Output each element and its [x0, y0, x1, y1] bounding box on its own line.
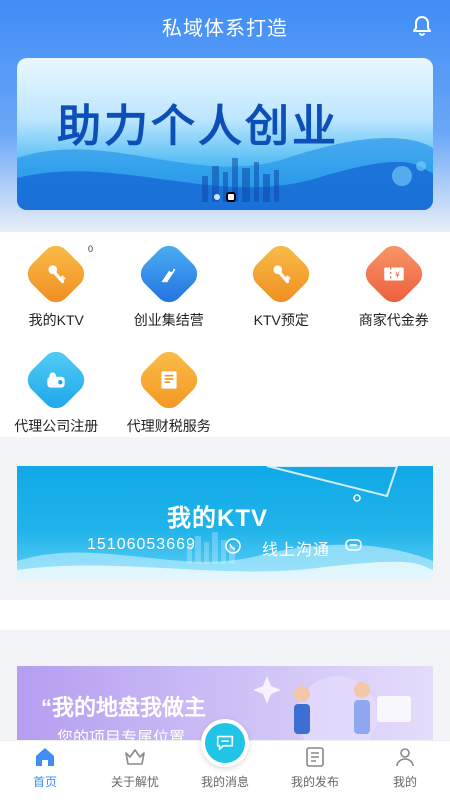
grid-item-label: 商家代金券: [358, 312, 429, 328]
grid-item-startup-camp[interactable]: 创业集结营: [113, 240, 226, 330]
tab-home[interactable]: 首页: [0, 741, 90, 800]
grid-item-ktv-booking[interactable]: KTV预定: [225, 240, 338, 330]
ktv-banner[interactable]: 我的KTV 15106053669 线上沟通: [17, 466, 433, 580]
grid-item-label: 我的KTV: [28, 312, 84, 328]
tax-document-icon: [134, 346, 203, 414]
tab-label: 关于解忧: [110, 775, 159, 789]
voucher-icon: ¥: [359, 240, 428, 308]
crown-icon: [125, 749, 145, 765]
ktv-banner-title: 我的KTV: [167, 505, 268, 532]
banner-headline: 助力个人创业: [57, 101, 339, 152]
microphone-icon: [22, 240, 91, 308]
rocket-icon: [134, 240, 203, 308]
chat-bubble-icon[interactable]: [201, 719, 249, 767]
grid-item-company-register[interactable]: 代理公司注册: [0, 346, 113, 436]
svg-text:¥: ¥: [395, 270, 400, 279]
tab-profile[interactable]: 我的: [360, 741, 450, 800]
service-grid: 0 我的KTV 创业集结营 KTV预定 ¥ 商家代金券 代理公司注册 代理财税服…: [0, 240, 450, 436]
grid-item-label: 代理公司注册: [14, 418, 99, 434]
page-title: 私域体系打造: [162, 17, 288, 40]
tab-label: 首页: [32, 775, 57, 789]
tab-my-posts[interactable]: 我的发布: [270, 741, 360, 800]
banner-dot-active[interactable]: [226, 192, 236, 202]
company-register-icon: [22, 346, 91, 414]
hero-banner[interactable]: 助力个人创业: [17, 58, 433, 210]
tab-messages[interactable]: 我的消息: [180, 719, 270, 800]
tab-label: 我的: [392, 775, 417, 789]
ktv-phone-number[interactable]: 15106053669: [87, 536, 196, 554]
online-chat-link[interactable]: 线上沟通: [262, 536, 330, 560]
banner-pagination: [17, 192, 433, 202]
grid-item-label: 代理财税服务: [126, 418, 211, 434]
bottom-tab-bar: 首页 关于解忧 我的消息 我的发布 我的: [0, 719, 450, 800]
grid-item-voucher[interactable]: ¥ 商家代金券: [338, 240, 450, 330]
tab-label: 我的消息: [200, 775, 249, 789]
post-list-icon: [306, 747, 324, 767]
tab-about[interactable]: 关于解忧: [90, 741, 180, 800]
grid-item-tax-service[interactable]: 代理财税服务: [113, 346, 226, 436]
bell-icon[interactable]: [410, 14, 434, 38]
chat-icon: [345, 538, 363, 559]
section-divider: [0, 600, 450, 630]
user-icon: [396, 748, 414, 767]
grid-item-label: KTV预定: [253, 312, 309, 328]
microphone-icon: [247, 240, 316, 308]
promo-title: “我的地盘我做主: [41, 695, 207, 720]
home-icon: [36, 748, 54, 766]
service-grid-card: 0 我的KTV 创业集结营 KTV预定 ¥ 商家代金券 代理公司注册 代理财税服…: [0, 232, 450, 437]
grid-item-label: 创业集结营: [133, 312, 204, 328]
notification-badge: 0: [88, 244, 94, 254]
phone-icon: [225, 538, 241, 559]
grid-item-my-ktv[interactable]: 0 我的KTV: [0, 240, 113, 330]
top-bar: 私域体系打造: [0, 0, 450, 52]
banner-dot[interactable]: [214, 194, 220, 200]
tab-label: 我的发布: [290, 775, 339, 789]
